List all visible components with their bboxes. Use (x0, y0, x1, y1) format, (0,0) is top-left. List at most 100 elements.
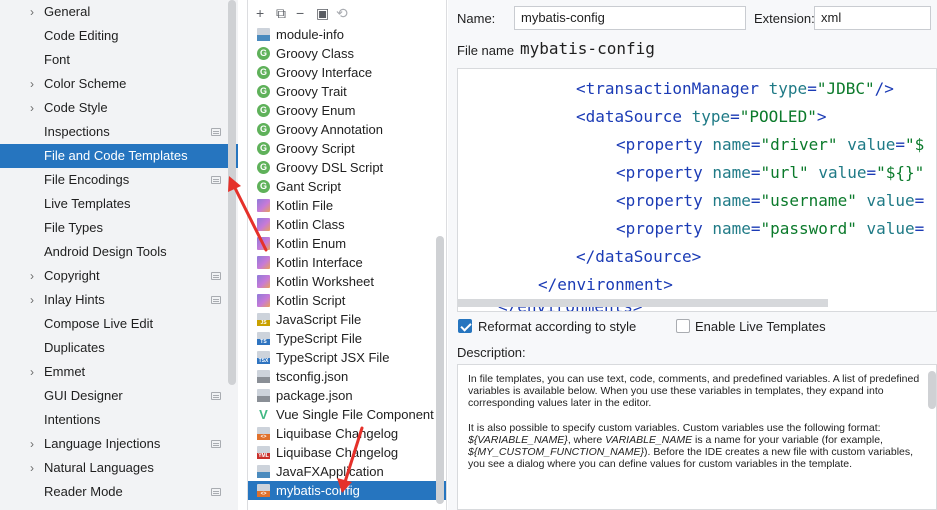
code-horizontal-scrollbar[interactable] (458, 299, 828, 307)
nav-item-android-design-tools[interactable]: Android Design Tools (0, 240, 238, 264)
groovy-icon: G (257, 66, 270, 79)
groovy-icon: G (257, 85, 270, 98)
template-item[interactable]: Kotlin File (248, 196, 446, 215)
chevron-right-icon[interactable]: › (30, 456, 42, 480)
add-template-icon[interactable]: + (256, 5, 264, 21)
nav-item-file-encodings[interactable]: File Encodings (0, 168, 238, 192)
template-item[interactable]: G Groovy Interface (248, 63, 446, 82)
duplicate-template-icon[interactable]: ▣ (316, 5, 329, 21)
template-item[interactable]: TSX TypeScript JSX File (248, 348, 446, 367)
chevron-right-icon[interactable]: › (30, 432, 42, 456)
nav-item-file-types[interactable]: File Types (0, 216, 238, 240)
template-item[interactable]: Kotlin Enum (248, 234, 446, 253)
java-file-icon (257, 465, 270, 478)
code-token: <property (616, 163, 713, 182)
nav-item-natural-languages[interactable]: › Natural Languages (0, 456, 238, 480)
template-item[interactable]: package.json (248, 386, 446, 405)
nav-item-label: Language Injections (44, 436, 161, 451)
template-item[interactable]: YML Liquibase Changelog (248, 443, 446, 462)
code-token: </dataSource> (576, 247, 702, 266)
kotlin-icon (257, 237, 270, 250)
typescript-file-icon: TS (257, 332, 270, 345)
yaml-file-icon: YML (257, 446, 270, 459)
template-item[interactable]: TS TypeScript File (248, 329, 446, 348)
code-line: <dataSource type="POOLED"> (576, 103, 826, 131)
template-item[interactable]: <> mybatis-config (248, 481, 446, 500)
template-list-scrollbar[interactable] (436, 236, 444, 504)
nav-item-font[interactable]: Font (0, 48, 238, 72)
chevron-right-icon[interactable]: › (30, 72, 42, 96)
reformat-checkbox[interactable] (458, 319, 472, 333)
copy-template-icon[interactable]: ⧉ (276, 5, 286, 21)
nav-item-duplicates[interactable]: Duplicates (0, 336, 238, 360)
template-item-label: Vue Single File Component (276, 407, 434, 422)
live-templates-checkbox[interactable] (676, 319, 690, 333)
nav-item-compose-live-edit[interactable]: Compose Live Edit (0, 312, 238, 336)
template-item[interactable]: G Groovy DSL Script (248, 158, 446, 177)
nav-item-inlay-hints[interactable]: › Inlay Hints (0, 288, 238, 312)
chevron-right-icon[interactable]: › (30, 96, 42, 120)
code-token: type (691, 107, 731, 126)
extension-input[interactable]: xml (814, 6, 931, 30)
groovy-icon: G (257, 161, 270, 174)
template-item[interactable]: Kotlin Worksheet (248, 272, 446, 291)
description-scrollbar[interactable] (928, 371, 936, 409)
nav-item-language-injections[interactable]: › Language Injections (0, 432, 238, 456)
template-item[interactable]: Kotlin Class (248, 215, 446, 234)
code-token: name (712, 135, 751, 154)
template-item[interactable]: G Gant Script (248, 177, 446, 196)
template-item[interactable]: <> Liquibase Changelog (248, 424, 446, 443)
nav-item-gui-designer[interactable]: GUI Designer (0, 384, 238, 408)
nav-item-inspections[interactable]: Inspections (0, 120, 238, 144)
template-item[interactable]: module-info (248, 25, 446, 44)
filename-input[interactable]: mybatis-config (514, 36, 937, 64)
code-token: <property (616, 135, 713, 154)
code-token: type (768, 79, 808, 98)
code-token: name (712, 219, 751, 238)
code-token: <property (616, 219, 713, 238)
template-item[interactable]: G Groovy Trait (248, 82, 446, 101)
live-templates-label: Enable Live Templates (695, 319, 826, 334)
template-item[interactable]: G Groovy Script (248, 139, 446, 158)
extension-label: Extension: (754, 11, 815, 26)
nav-item-label: GUI Designer (44, 388, 123, 403)
nav-item-emmet[interactable]: › Emmet (0, 360, 238, 384)
reset-template-icon[interactable]: ⟲ (336, 5, 348, 21)
nav-item-label: Reader Mode (44, 484, 123, 499)
nav-item-label: File Types (44, 220, 104, 235)
settings-nav-scrollbar[interactable] (228, 0, 236, 385)
nav-item-live-templates[interactable]: Live Templates (0, 192, 238, 216)
template-item[interactable]: V Vue Single File Component (248, 405, 446, 424)
code-token: "password" (760, 219, 857, 238)
template-item-label: Groovy Annotation (276, 122, 383, 137)
template-item[interactable]: Kotlin Interface (248, 253, 446, 272)
template-item[interactable]: JS JavaScript File (248, 310, 446, 329)
java-file-icon (257, 28, 270, 41)
chevron-right-icon[interactable]: › (30, 288, 42, 312)
template-item[interactable]: G Groovy Enum (248, 101, 446, 120)
nav-item-copyright[interactable]: › Copyright (0, 264, 238, 288)
nav-item-general[interactable]: › General (0, 0, 238, 24)
template-item[interactable]: tsconfig.json (248, 367, 446, 386)
remove-template-icon[interactable]: − (296, 5, 304, 21)
code-line: <property name="driver" value="$ (616, 131, 924, 159)
chevron-right-icon[interactable]: › (30, 264, 42, 288)
name-input[interactable]: mybatis-config (514, 6, 746, 30)
nav-item-code-style[interactable]: › Code Style (0, 96, 238, 120)
nav-item-code-editing[interactable]: Code Editing (0, 24, 238, 48)
template-item[interactable]: JavaFXApplication (248, 462, 446, 481)
nav-item-intentions[interactable]: Intentions (0, 408, 238, 432)
template-item[interactable]: G Groovy Class (248, 44, 446, 63)
chevron-right-icon[interactable]: › (30, 0, 42, 24)
extension-input-value: xml (821, 10, 842, 25)
code-token: name (712, 191, 751, 210)
nav-item-color-scheme[interactable]: › Color Scheme (0, 72, 238, 96)
template-code-editor[interactable]: <transactionManager type="JDBC"/> <dataSo… (457, 68, 937, 312)
template-item[interactable]: Kotlin Script (248, 291, 446, 310)
code-token: = (750, 219, 761, 238)
nav-item-file-and-code-templates[interactable]: File and Code Templates (0, 144, 238, 168)
vue-icon: V (259, 407, 268, 422)
chevron-right-icon[interactable]: › (30, 360, 42, 384)
nav-item-reader-mode[interactable]: Reader Mode (0, 480, 238, 504)
template-item[interactable]: G Groovy Annotation (248, 120, 446, 139)
